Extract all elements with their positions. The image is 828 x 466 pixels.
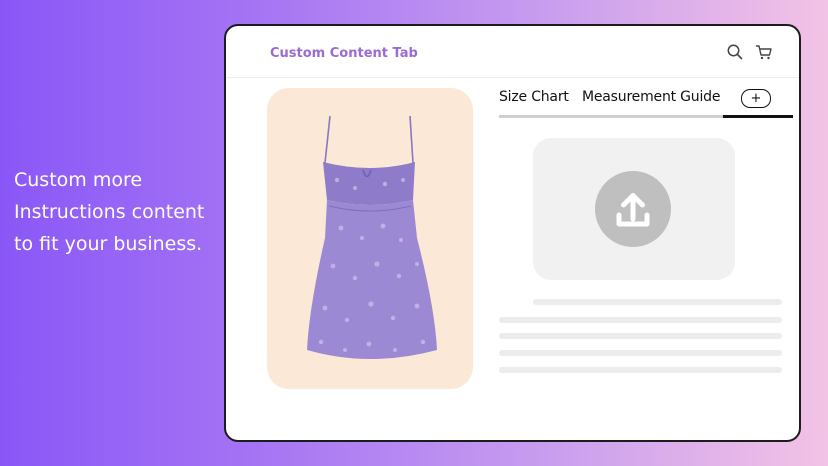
tagline-line-2: Instructions content <box>14 201 205 223</box>
search-icon[interactable] <box>726 43 744 61</box>
text-placeholder-line-4 <box>499 350 782 356</box>
cart-icon[interactable] <box>755 43 773 61</box>
text-placeholder-line-2 <box>499 317 782 323</box>
upload-icon[interactable] <box>595 171 671 247</box>
active-tab-indicator <box>723 115 793 118</box>
app-title: Custom Content Tab <box>270 46 418 61</box>
add-tab-button[interactable]: + <box>741 89 771 108</box>
window-header: Custom Content Tab <box>226 26 799 78</box>
marketing-tagline: Custom more Instructions content to fit … <box>14 164 219 260</box>
content-tabs: Size Chart Measurement Guide + <box>499 86 793 120</box>
tagline-line-1: Custom more <box>14 169 143 191</box>
product-image-card <box>267 88 473 389</box>
text-placeholder-line-3 <box>499 333 782 339</box>
tab-measurement-guide[interactable]: Measurement Guide <box>582 89 720 105</box>
plus-icon: + <box>750 91 762 106</box>
tagline-line-3: to fit your business. <box>14 233 203 255</box>
app-window: Custom Content Tab Size Chart Measuremen… <box>224 24 801 442</box>
image-upload-area[interactable] <box>533 138 735 280</box>
tab-size-chart[interactable]: Size Chart <box>499 89 569 105</box>
dress-image <box>307 115 437 359</box>
text-placeholder-line-5 <box>499 367 782 373</box>
text-placeholder-line-1 <box>533 299 782 305</box>
